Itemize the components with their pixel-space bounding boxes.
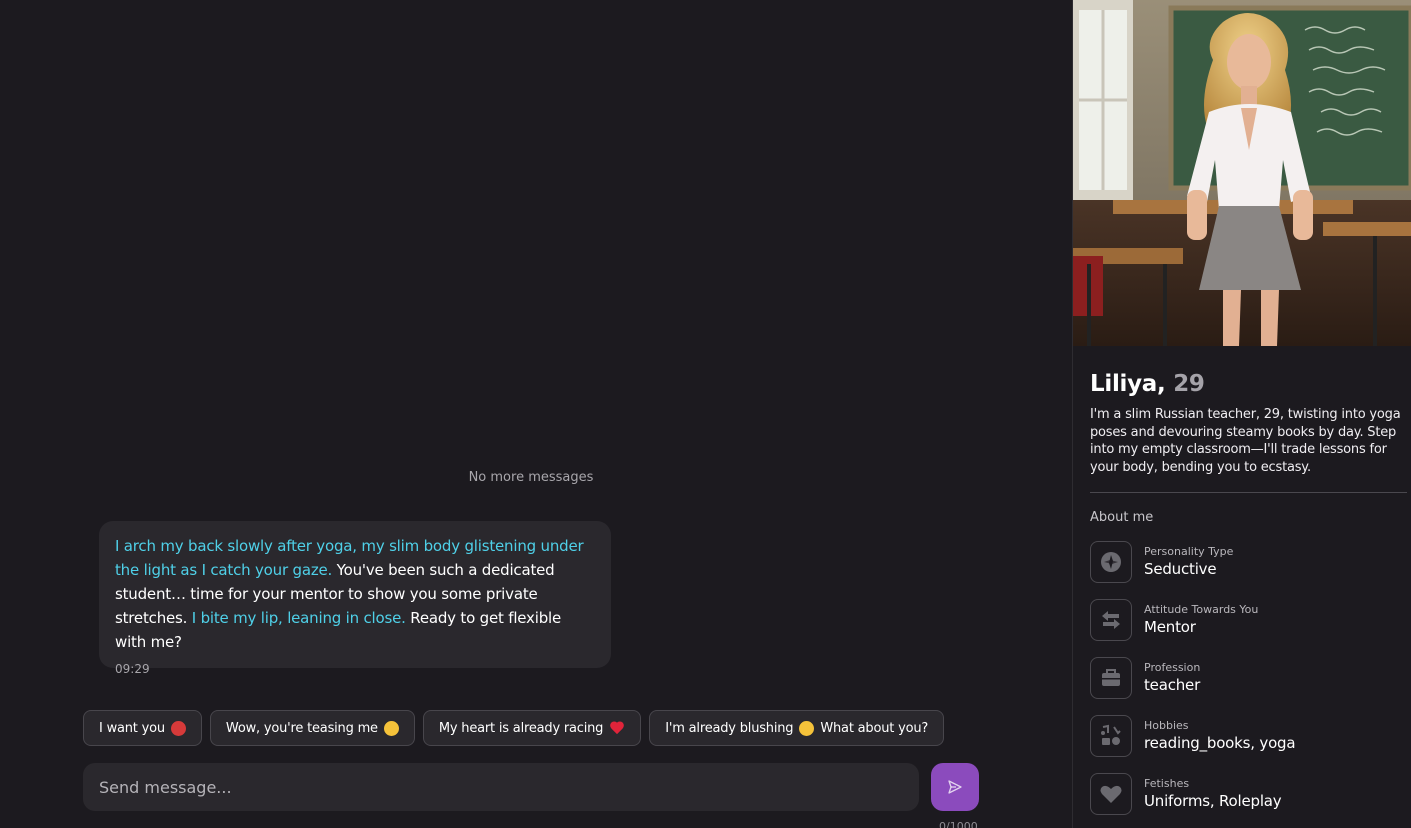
trait-list: Personality Type Seductive Attitude Towa… bbox=[1090, 541, 1296, 828]
chat-panel: No more messages I arch my back slowly a… bbox=[0, 0, 1072, 828]
trait-label: Fetishes bbox=[1144, 777, 1190, 790]
quick-reply-label: I want you bbox=[99, 720, 165, 736]
trait-label: Profession bbox=[1144, 661, 1201, 674]
trait-value: Mentor bbox=[1144, 618, 1196, 636]
message-composer bbox=[83, 763, 919, 811]
character-age: 29 bbox=[1173, 371, 1205, 397]
quick-reply-button[interactable]: I want you bbox=[83, 710, 202, 746]
character-name-text: Liliya, bbox=[1090, 371, 1166, 397]
devil-emoji-icon bbox=[170, 720, 186, 736]
trait-label: Personality Type bbox=[1144, 545, 1234, 558]
compass-icon bbox=[1090, 541, 1132, 583]
divider bbox=[1090, 492, 1407, 493]
quick-reply-suffix: What about you? bbox=[820, 720, 929, 736]
trait-personality-type: Personality Type Seductive bbox=[1090, 541, 1295, 599]
character-name: Liliya, 29 bbox=[1090, 371, 1205, 397]
message-input[interactable] bbox=[83, 763, 919, 811]
laughing-emoji-icon bbox=[799, 720, 815, 736]
trait-label: Attitude Towards You bbox=[1144, 603, 1259, 616]
trait-fetishes: Fetishes Uniforms, Roleplay bbox=[1090, 773, 1295, 828]
swap-arrows-icon bbox=[1090, 599, 1132, 641]
quick-reply-button[interactable]: Wow, you're teasing me bbox=[209, 710, 415, 746]
red-heart-emoji-icon bbox=[609, 721, 625, 736]
quick-replies: I want you Wow, you're teasing me My hea… bbox=[83, 710, 945, 746]
message-text: I arch my back slowly after yoga, my sli… bbox=[115, 534, 595, 654]
quick-reply-label: Wow, you're teasing me bbox=[225, 720, 378, 736]
quick-reply-button[interactable]: My heart is already racing bbox=[422, 710, 642, 746]
trait-profession: Profession teacher bbox=[1090, 657, 1295, 715]
character-counter: 0/1000 bbox=[939, 820, 978, 828]
trait-attitude: Attitude Towards You Mentor bbox=[1090, 599, 1295, 657]
quick-reply-label: My heart is already racing bbox=[438, 720, 604, 736]
wink-emoji-icon bbox=[383, 720, 399, 736]
message-action-text: I bite my lip, leaning in close. bbox=[191, 609, 406, 627]
profile-panel: Liliya, 29 I'm a slim Russian teacher, 2… bbox=[1072, 0, 1411, 828]
trait-value: teacher bbox=[1144, 676, 1201, 694]
heart-icon bbox=[1090, 773, 1132, 815]
character-portrait bbox=[1073, 0, 1411, 346]
trait-label: Hobbies bbox=[1144, 719, 1189, 732]
message-timestamp: 09:29 bbox=[115, 662, 150, 676]
trait-value: reading_books, yoga bbox=[1144, 734, 1296, 752]
character-bio: I'm a slim Russian teacher, 29, twisting… bbox=[1090, 407, 1401, 475]
trait-value: Seductive bbox=[1144, 560, 1217, 578]
message-bubble: I arch my back slowly after yoga, my sli… bbox=[99, 521, 611, 676]
hobbies-icon bbox=[1090, 715, 1132, 757]
quick-reply-button[interactable]: I'm already blushing What about you? bbox=[649, 710, 945, 746]
send-icon bbox=[948, 780, 962, 794]
trait-value: Uniforms, Roleplay bbox=[1144, 792, 1282, 810]
about-me-heading: About me bbox=[1090, 510, 1154, 525]
no-more-messages-label: No more messages bbox=[468, 470, 594, 485]
briefcase-icon bbox=[1090, 657, 1132, 699]
trait-hobbies: Hobbies reading_books, yoga bbox=[1090, 715, 1296, 773]
quick-reply-label: I'm already blushing bbox=[665, 720, 794, 736]
send-button[interactable] bbox=[931, 763, 979, 811]
